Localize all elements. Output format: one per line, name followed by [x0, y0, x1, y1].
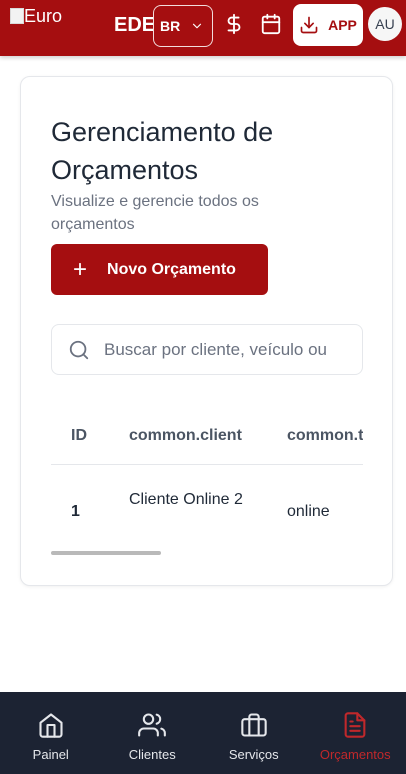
download-icon [300, 16, 318, 34]
calendar-button[interactable] [259, 12, 283, 36]
logo-image[interactable]: Euro _ [10, 6, 90, 44]
nav-item-painel[interactable]: Painel [0, 692, 102, 774]
nav-label: Painel [32, 747, 69, 762]
search-box[interactable] [51, 324, 363, 375]
currency-button[interactable] [222, 12, 246, 36]
bottom-navigation: Painel Clientes Serviços Orçamentos [0, 692, 406, 774]
nav-label: Serviços [228, 747, 279, 762]
column-header-client[interactable]: common.client [129, 427, 242, 445]
cell-id: 1 [71, 503, 80, 520]
nav-item-orcamentos[interactable]: Orçamentos [305, 692, 406, 774]
quotes-table[interactable]: ID common.client common.type 1 Cliente O… [51, 407, 363, 557]
calendar-icon [261, 13, 281, 35]
page-subtitle: Visualize e gerencie todos os orçamentos [51, 193, 259, 233]
briefcase-icon [239, 710, 269, 740]
language-select[interactable]: BR [153, 5, 213, 47]
quotes-card: Gerenciamento de Orçamentos Visualize e … [20, 76, 393, 586]
search-input[interactable] [104, 339, 354, 360]
cell-type: online [287, 503, 330, 520]
column-header-id[interactable]: ID [71, 427, 87, 445]
nav-label: Orçamentos [319, 747, 391, 762]
user-avatar[interactable]: AU [368, 7, 402, 41]
language-value: BR [160, 18, 181, 34]
new-quote-button[interactable]: + Novo Orçamento [51, 244, 268, 295]
page-title: Gerenciamento de Orçamentos [51, 117, 274, 185]
broken-image-icon [10, 8, 24, 24]
nav-item-servicos[interactable]: Serviços [203, 692, 305, 774]
table-horizontal-scrollbar[interactable] [51, 551, 161, 555]
plus-icon: + [73, 255, 88, 283]
table-row[interactable]: 1 Cliente Online 2 online [51, 465, 363, 555]
top-header: Euro _ EDE BR APP AU [0, 0, 406, 56]
dollar-icon [227, 13, 241, 35]
column-header-type[interactable]: common.type [287, 427, 363, 445]
cell-client: Cliente Online 2 [129, 491, 243, 508]
nav-label: Clientes [128, 747, 176, 762]
users-icon [137, 710, 167, 740]
document-icon [340, 710, 370, 740]
home-icon [36, 710, 66, 740]
new-quote-label: Novo Orçamento [107, 260, 236, 278]
app-button-label: APP [328, 17, 357, 33]
logo-fragment: _ [10, 29, 19, 44]
search-icon [69, 340, 89, 359]
install-app-button[interactable]: APP [293, 4, 363, 46]
table-header: ID common.client common.type [51, 407, 363, 465]
nav-item-clientes[interactable]: Clientes [102, 692, 204, 774]
logo-alt-text: Euro [24, 6, 63, 26]
brand-name: EDE [114, 14, 154, 36]
chevron-down-icon [192, 23, 202, 29]
